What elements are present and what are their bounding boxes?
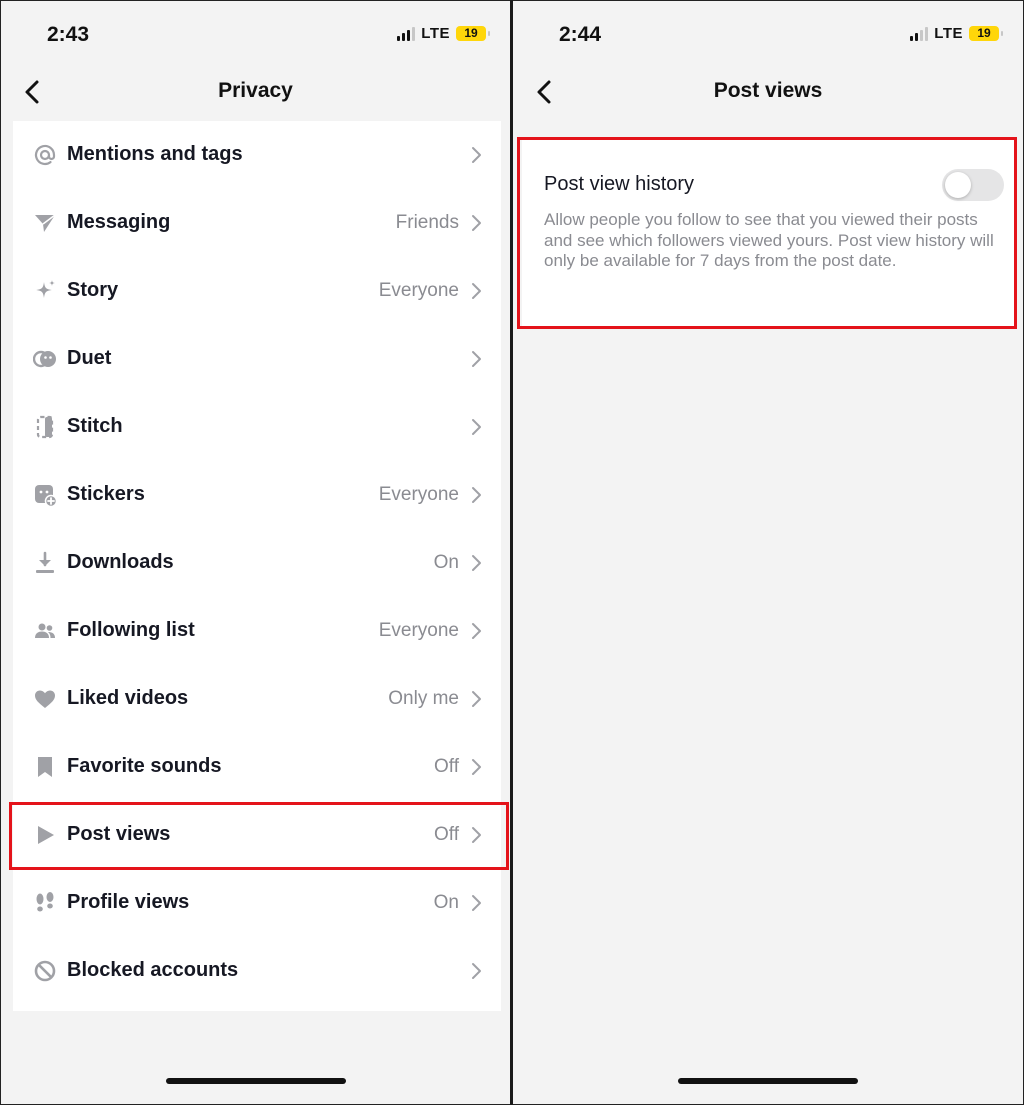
page-title: Post views: [713, 79, 823, 102]
chevron-right-icon: [472, 895, 481, 911]
battery-icon: 19: [456, 26, 490, 41]
duet-icon: [33, 350, 56, 368]
menu-item-value: On: [433, 892, 459, 913]
home-indicator: [165, 1078, 346, 1084]
highlight-box: [517, 137, 1017, 329]
menu-item-label: Messaging: [67, 211, 171, 233]
menu-item-label: Following list: [67, 619, 195, 641]
status-time: 2:44: [559, 23, 602, 46]
chevron-right-icon: [472, 963, 481, 979]
status-bar: 2:44 LTE 19: [513, 19, 1023, 51]
menu-item-value: Off: [434, 756, 459, 777]
menu-item-following-list[interactable]: Following list Everyone: [13, 597, 501, 665]
at-icon: [34, 144, 56, 166]
battery-icon: 19: [969, 26, 1003, 41]
menu-item-value: Everyone: [378, 280, 459, 301]
people-icon: [35, 623, 55, 638]
menu-item-value: Everyone: [378, 620, 459, 641]
download-icon: [36, 551, 54, 573]
chevron-right-icon: [472, 623, 481, 639]
privacy-menu: Mentions and tags Messaging Friends Stor…: [13, 121, 501, 1011]
status-time: 2:43: [47, 23, 90, 46]
menu-item-label: Duet: [67, 347, 112, 369]
menu-item-value: Everyone: [378, 484, 459, 505]
menu-item-label: Stitch: [67, 415, 123, 437]
menu-item-label: Downloads: [67, 551, 174, 573]
chevron-right-icon: [472, 691, 481, 707]
chevron-right-icon: [472, 555, 481, 571]
menu-item-messaging[interactable]: Messaging Friends: [13, 189, 501, 257]
menu-item-label: Mentions and tags: [67, 143, 243, 165]
status-indicators: LTE 19: [910, 25, 1003, 42]
sparkle-icon: [36, 280, 55, 298]
nav-bar: Post views: [513, 69, 1023, 115]
heart-icon: [35, 690, 55, 708]
menu-item-downloads[interactable]: Downloads On: [13, 529, 501, 597]
footprints-icon: [36, 892, 54, 912]
menu-item-mentions-and-tags[interactable]: Mentions and tags: [13, 121, 501, 189]
menu-item-profile-views[interactable]: Profile views On: [13, 869, 501, 937]
menu-item-label: Blocked accounts: [67, 959, 239, 981]
stitch-icon: [36, 415, 54, 439]
privacy-screen: 2:43 LTE 19 Privacy Mentions and tags Me…: [0, 0, 511, 1105]
chevron-right-icon: [472, 759, 481, 775]
status-indicators: LTE 19: [397, 25, 490, 42]
block-icon: [34, 960, 56, 982]
menu-item-story[interactable]: Story Everyone: [13, 257, 501, 325]
bookmark-icon: [38, 757, 52, 777]
sticker-icon: [35, 485, 57, 507]
menu-item-favorite-sounds[interactable]: Favorite sounds Off: [13, 733, 501, 801]
chevron-right-icon: [472, 351, 481, 367]
highlight-box: [9, 802, 509, 870]
chevron-right-icon: [472, 147, 481, 163]
chevron-right-icon: [472, 487, 481, 503]
menu-item-blocked-accounts[interactable]: Blocked accounts: [13, 937, 501, 1005]
menu-item-label: Profile views: [67, 891, 190, 913]
chevron-right-icon: [472, 215, 481, 231]
signal-icon: [910, 26, 929, 41]
menu-item-liked-videos[interactable]: Liked videos Only me: [13, 665, 501, 733]
menu-item-value: Only me: [388, 688, 459, 709]
menu-item-duet[interactable]: Duet: [13, 325, 501, 393]
page-title: Privacy: [218, 79, 293, 102]
menu-item-stitch[interactable]: Stitch: [13, 393, 501, 461]
menu-item-label: Story: [67, 279, 119, 301]
menu-item-value: Friends: [395, 212, 459, 233]
menu-item-value: On: [433, 552, 459, 573]
network-type: LTE: [421, 25, 450, 42]
network-type: LTE: [934, 25, 963, 42]
menu-item-label: Favorite sounds: [67, 755, 222, 777]
status-bar: 2:43 LTE 19: [1, 19, 510, 51]
signal-icon: [397, 26, 416, 41]
menu-item-label: Stickers: [67, 483, 145, 505]
send-icon: [35, 214, 56, 232]
menu-item-label: Liked videos: [67, 687, 189, 709]
chevron-right-icon: [472, 419, 481, 435]
nav-bar: Privacy: [1, 69, 510, 115]
home-indicator: [678, 1078, 858, 1084]
post-views-screen: 2:44 LTE 19 Post views Post view history…: [513, 0, 1024, 1105]
chevron-right-icon: [472, 283, 481, 299]
menu-item-stickers[interactable]: Stickers Everyone: [13, 461, 501, 529]
